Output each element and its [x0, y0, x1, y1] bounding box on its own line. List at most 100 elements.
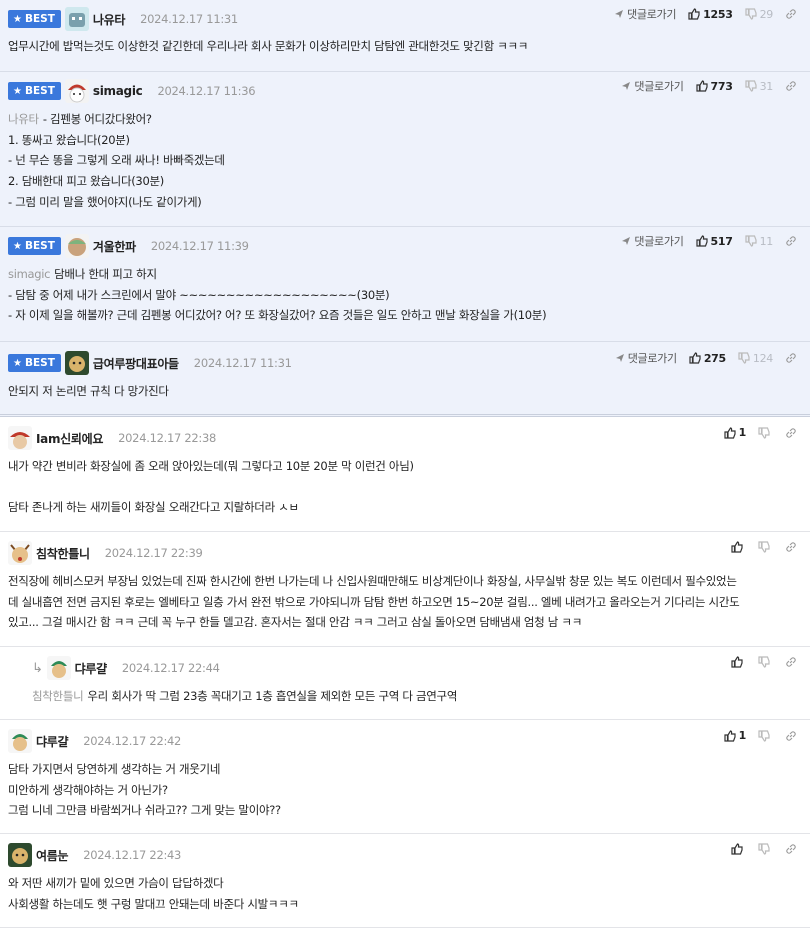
share-button[interactable] — [785, 730, 800, 742]
upvote-button[interactable]: 773 — [695, 80, 733, 93]
share-button[interactable] — [785, 541, 800, 553]
link-icon — [786, 9, 796, 19]
share-button[interactable] — [785, 8, 800, 20]
share-button[interactable] — [785, 656, 800, 668]
reply-target[interactable]: 침착한틀니 — [32, 689, 84, 703]
avatar-image — [64, 79, 89, 103]
share-button[interactable] — [785, 235, 800, 247]
upvote-button[interactable]: 275 — [689, 352, 726, 365]
share-button[interactable] — [785, 843, 800, 855]
comment: 댜루걀 2024.12.17 22:42 1 담타 가지면서 당연하게 생각하는… — [0, 720, 810, 834]
downvote-button[interactable] — [758, 541, 773, 553]
reply-target[interactable]: simagic — [8, 267, 50, 281]
star-icon: ★ — [13, 357, 22, 369]
reply-goto-button[interactable]: 댓글로가기 — [614, 6, 676, 22]
downvote-button[interactable] — [758, 656, 773, 668]
nickname[interactable]: 급여루팡대표아들 — [93, 355, 179, 372]
best-comment: ★ BEST simagic 2024.12.17 11:36 댓글로가기 773… — [0, 72, 810, 227]
link-icon — [786, 353, 796, 363]
upvote-button[interactable] — [731, 541, 746, 553]
downvote-button[interactable]: 31 — [744, 80, 773, 93]
comment-actions — [719, 541, 800, 553]
comment-actions: 댓글로가기 275 124 — [603, 350, 800, 366]
avatar[interactable] — [64, 351, 89, 375]
upvote-button[interactable] — [731, 656, 746, 668]
avatar[interactable] — [8, 729, 32, 753]
avatar-image — [8, 843, 32, 867]
reply-goto-button[interactable]: 댓글로가기 — [615, 350, 677, 366]
avatar[interactable] — [46, 656, 71, 680]
upvote-button[interactable]: 1253 — [688, 8, 733, 21]
avatar[interactable] — [64, 7, 89, 31]
thumbs-up-icon — [695, 235, 708, 247]
reply-arrow-icon: ↳ — [32, 660, 43, 676]
thumbs-down-icon — [744, 235, 757, 247]
comment-date: 2024.12.17 11:31 — [140, 12, 238, 26]
avatar[interactable] — [8, 426, 32, 450]
comment-actions — [719, 843, 800, 855]
send-icon — [622, 237, 631, 245]
comment-actions: 댓글로가기 517 11 — [609, 233, 800, 249]
reply-target[interactable]: 나유타 — [8, 112, 39, 126]
downvote-button[interactable]: 29 — [744, 8, 773, 21]
best-comment: ★ BEST 급여루팡대표아들 2024.12.17 11:31 댓글로가기 27… — [0, 342, 810, 417]
avatar[interactable] — [64, 234, 89, 258]
thumbs-up-icon — [731, 541, 743, 553]
star-icon: ★ — [13, 85, 22, 97]
share-button[interactable] — [785, 80, 800, 92]
comment-body: 전직장에 헤비스모커 부장님 있었는데 진짜 한시간에 한번 나가는데 나 신입… — [8, 574, 740, 630]
comment-body: simagic 담배나 한대 피고 하지 - 담탐 중 어제 내가 스크린에서 말… — [8, 267, 547, 323]
comment-actions: 댓글로가기 1253 29 — [602, 6, 800, 22]
reply-goto-button[interactable]: 댓글로가기 — [621, 78, 684, 94]
nickname[interactable]: 나유타 — [93, 11, 126, 28]
nickname[interactable]: 침착한틀니 — [36, 545, 90, 562]
comment-actions: 댓글로가기 773 31 — [609, 78, 800, 94]
upvote-button[interactable] — [731, 843, 746, 855]
nickname[interactable]: simagic — [93, 84, 143, 98]
thumbs-down-icon — [758, 656, 770, 668]
thumbs-up-icon — [689, 352, 701, 364]
thumbs-down-icon — [744, 80, 757, 92]
upvote-button[interactable]: 1 — [724, 729, 746, 742]
comment: 침착한틀니 2024.12.17 22:39 전직장에 헤비스모커 부장님 있었… — [0, 532, 810, 647]
best-badge: ★ BEST — [8, 237, 61, 255]
link-icon — [786, 427, 796, 438]
avatar-image — [8, 729, 32, 753]
thumbs-down-icon — [758, 426, 770, 439]
upvote-button[interactable]: 1 — [724, 426, 746, 439]
downvote-button[interactable] — [758, 729, 773, 742]
share-button[interactable] — [785, 427, 800, 439]
nickname[interactable]: Iam신뢰에요 — [36, 430, 103, 447]
avatar[interactable] — [8, 843, 32, 867]
comment-date: 2024.12.17 22:44 — [121, 661, 220, 675]
nickname[interactable]: 여름눈 — [36, 847, 69, 864]
comment-date: 2024.12.17 11:31 — [193, 356, 292, 370]
downvote-button[interactable]: 124 — [738, 352, 773, 365]
star-icon: ★ — [13, 13, 22, 25]
avatar[interactable] — [8, 541, 32, 565]
thumbs-up-icon — [688, 8, 700, 20]
upvote-button[interactable]: 517 — [695, 235, 733, 248]
nickname[interactable]: 겨울한파 — [93, 238, 136, 255]
nickname[interactable]: 댜루걀 — [75, 660, 108, 677]
avatar-image — [64, 234, 89, 258]
avatar-image — [64, 7, 89, 31]
avatar-image — [46, 656, 71, 680]
avatar-image — [64, 351, 89, 375]
nickname[interactable]: 댜루걀 — [36, 733, 69, 750]
comment-list: ★ BEST 나유타 2024.12.17 11:31 댓글로가기 1253 29… — [0, 0, 810, 928]
thumbs-up-icon — [724, 729, 736, 742]
avatar[interactable] — [64, 79, 89, 103]
link-icon — [786, 236, 796, 246]
comment-body: 업무시간에 밥먹는것도 이상한것 같긴한데 우리나라 회사 문화가 이상하리만치… — [8, 39, 529, 53]
downvote-button[interactable]: 11 — [744, 235, 773, 248]
share-button[interactable] — [785, 352, 800, 364]
comment-body: 나유타 - 김펜봉 어디갔다왔어? 1. 똥싸고 왔습니다(20분) - 넌 무슨… — [8, 112, 225, 209]
downvote-button[interactable] — [758, 843, 773, 855]
send-icon — [615, 354, 624, 362]
comment: 여름눈 2024.12.17 22:43 와 저딴 새끼가 밑에 있으면 가슴이… — [0, 834, 810, 928]
link-icon — [786, 542, 796, 552]
downvote-button[interactable] — [758, 426, 773, 439]
link-icon — [786, 81, 796, 91]
reply-goto-button[interactable]: 댓글로가기 — [621, 233, 684, 249]
